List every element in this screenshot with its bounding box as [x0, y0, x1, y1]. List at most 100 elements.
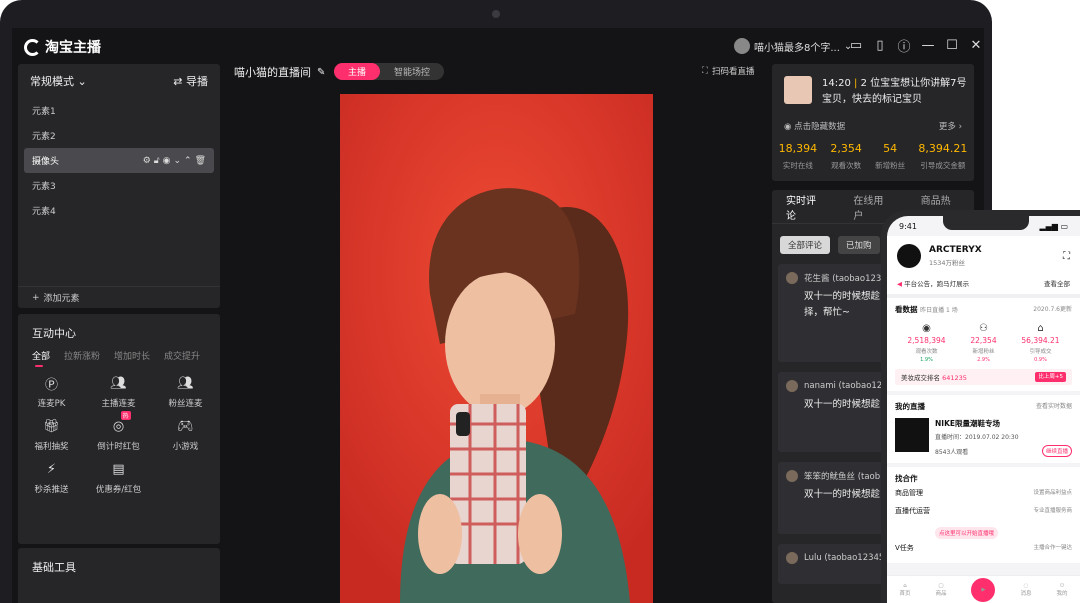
metric-fans: ⚇ 22,354 新增粉丝 2.9%: [970, 323, 996, 363]
comment-username: Lulu (taobao123458: [804, 553, 890, 563]
stat-label: 新增粉丝: [875, 161, 906, 170]
tool-mini-game[interactable]: 🎮︎ 小游戏: [152, 417, 219, 453]
video-frame-image: [340, 94, 653, 603]
tab-new-fans[interactable]: 拉新涨粉: [64, 349, 100, 362]
edit-icon[interactable]: ✎: [317, 67, 325, 78]
card-header: 看数据 昨日直播 1 场 2020.7.6更新: [895, 304, 1072, 315]
user-menu[interactable]: 喵小猫最多8个字... ⌄: [734, 38, 852, 54]
scan-to-watch[interactable]: ⛶ 扫码看直播: [702, 65, 754, 77]
maximize-icon[interactable]: ☐: [944, 36, 960, 54]
stat-label: 观看次数: [831, 161, 862, 170]
gamepad-icon: 🎮︎: [177, 418, 194, 434]
megaphone-icon: ◀: [897, 280, 902, 288]
tool-coupon[interactable]: ▤ 优惠券/红包: [85, 460, 152, 496]
document-icon[interactable]: ▯: [872, 36, 888, 54]
tool-lottery[interactable]: 🎁︎ 福利抽奖: [18, 417, 85, 453]
coop-item[interactable]: 直播代运营 专业直播服务商: [895, 502, 1072, 520]
more-link[interactable]: 更多 ›: [939, 120, 962, 132]
trash-icon[interactable]: 🗑︎: [195, 156, 206, 166]
lock-icon[interactable]: 🔓︎: [154, 156, 160, 166]
nav-messages[interactable]: ◌ 消息: [1020, 583, 1031, 597]
element-label: 摄像头: [32, 157, 60, 167]
stat-views: 2,354 观看次数: [830, 142, 862, 171]
coop-item[interactable]: V任务 主播合作一键达: [895, 539, 1072, 557]
coop-item[interactable]: 商品管理 设置商品利益点: [895, 484, 1072, 502]
eye-icon[interactable]: ◉: [163, 156, 171, 166]
info-icon[interactable]: ⓘ: [896, 36, 912, 55]
switch-icon: ⇄: [173, 75, 183, 88]
chevron-up-icon[interactable]: ⌃: [184, 156, 192, 166]
account-header: ARCTERYX 1534万粉丝 ⛶: [887, 236, 1080, 274]
tool-label: 小游戏: [172, 442, 199, 452]
element-item-camera[interactable]: 摄像头 ⚙ 🔓︎ ◉ ⌄ ⌃ 🗑︎: [24, 148, 214, 173]
tool-flash-sale[interactable]: ⚡︎ 秒杀推送: [18, 460, 85, 496]
metric-delta: 2.9%: [977, 357, 990, 363]
avatar: [786, 272, 798, 284]
tool-fan-link[interactable]: 👥︎ 粉丝连麦: [152, 374, 219, 410]
coop-hint: 设置商品利益点: [1033, 490, 1072, 496]
brand-name: ARCTERYX: [929, 245, 982, 255]
close-icon[interactable]: ✕: [968, 36, 984, 54]
go-live-button[interactable]: ▶: [971, 577, 996, 602]
hide-data-toggle[interactable]: ◉ 点击隐藏数据: [784, 120, 845, 132]
tab-host[interactable]: 主播: [334, 63, 381, 80]
cooperation-card: 找合作 商品管理 设置商品利益点 直播代运营 专业直播服务商 点这里可以开始直播哦 …: [887, 467, 1080, 563]
data-card: 看数据 昨日直播 1 场 2020.7.6更新 ◉ 2,518,394 观看次数 1.…: [887, 298, 1080, 391]
interaction-grid: Ⓟ 连麦PK 👥︎ 主播连麦 👥︎ 粉丝连麦 🎁︎ 福利抽奖 ◎ 热倒计时红包 🎮︎ 小游戏…: [18, 362, 220, 496]
mode-header: 常规模式 ⌄ ⇄ 导播: [18, 64, 220, 98]
users-icon: 👥︎: [110, 375, 127, 391]
live-viewers: 8543人观看: [935, 448, 969, 456]
nav-me[interactable]: ⚇ 我的: [1056, 583, 1067, 597]
pk-icon: Ⓟ: [44, 377, 58, 393]
nav-home[interactable]: ⌂ 首页: [899, 583, 910, 597]
tool-pk[interactable]: Ⓟ 连麦PK: [18, 374, 85, 410]
live-bottom: 8543人观看 继续直播: [935, 445, 1072, 457]
coop-name: 直播代运营: [895, 507, 930, 515]
metric-label: 观看次数: [915, 349, 938, 355]
tool-countdown-redpack[interactable]: ◎ 热倒计时红包: [85, 411, 152, 452]
chevron-right-icon: ›: [958, 122, 962, 132]
element-item[interactable]: 元素2: [18, 123, 220, 148]
tool-label: 倒计时红包: [97, 442, 140, 452]
continue-live-button[interactable]: 继续直播: [1041, 445, 1072, 457]
element-item[interactable]: 元素4: [18, 198, 220, 223]
minimize-icon[interactable]: —: [920, 36, 936, 54]
realtime-data-link[interactable]: 查看实时数据: [1036, 401, 1072, 412]
tab-all[interactable]: 全部: [32, 349, 50, 367]
chevron-down-icon[interactable]: ⌄: [173, 156, 181, 166]
stat-online: 18,394 实时在线: [779, 142, 818, 171]
gear-icon[interactable]: ⚙: [143, 156, 151, 166]
coop-name: V任务: [895, 544, 914, 552]
message-icon[interactable]: ▭: [848, 36, 864, 54]
tab-smart-control[interactable]: 智能场控: [380, 63, 444, 80]
users-icon: 👥︎: [177, 375, 194, 391]
tab-live-comments[interactable]: 实时评论: [772, 192, 839, 222]
coop-hint: 主播合作一键达: [1033, 545, 1072, 551]
guide-button[interactable]: ⇄ 导播: [173, 73, 208, 89]
live-item[interactable]: NIKE限量潮鞋专场 直播时间：2019.07.02 20:30 8543人观看…: [895, 418, 1072, 457]
nav-label: 我的: [1056, 590, 1068, 597]
logo-icon: [24, 38, 41, 56]
add-element-label: 添加元素: [43, 294, 80, 304]
element-item[interactable]: 元素3: [18, 173, 220, 198]
interaction-center: 互动中心 全部 拉新涨粉 增加时长 成交提升 Ⓟ 连麦PK 👥︎ 主播连麦 👥︎ 粉丝…: [18, 314, 220, 544]
title-bar: 淘宝主播 喵小猫最多8个字... ⌄ ▭ ▯ ⓘ — ☐ ✕: [12, 28, 984, 64]
stat-value: 54: [883, 142, 898, 155]
add-element-button[interactable]: + 添加元素: [18, 286, 220, 308]
tab-conversion[interactable]: 成交提升: [164, 349, 200, 362]
mode-selector[interactable]: 常规模式 ⌄: [30, 73, 87, 89]
eye-icon: ◉: [784, 122, 792, 132]
nav-products[interactable]: ▢ 商品: [935, 583, 946, 597]
update-date: 2020.7.6更新: [1033, 306, 1072, 313]
scan-icon[interactable]: ⛶: [1063, 251, 1070, 262]
nav-label: 消息: [1020, 590, 1032, 597]
tool-label: 优惠券/红包: [95, 485, 142, 495]
tab-duration[interactable]: 增加时长: [114, 349, 150, 362]
stat-new-fans: 54 新增粉丝: [875, 142, 905, 171]
filter-added-cart[interactable]: 已加购: [838, 236, 880, 254]
element-item[interactable]: 元素1: [18, 98, 220, 123]
product-thumbnail: [784, 76, 812, 104]
view-all-link[interactable]: 查看全部: [1044, 278, 1070, 288]
filter-all[interactable]: 全部评论: [780, 236, 831, 254]
tool-host-link[interactable]: 👥︎ 主播连麦: [85, 374, 152, 410]
